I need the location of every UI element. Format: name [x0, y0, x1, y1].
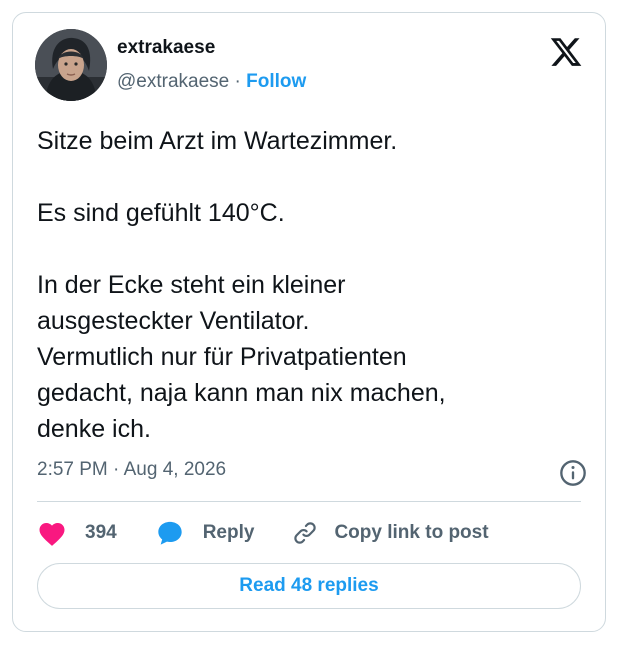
author-display-name[interactable]: extrakaese: [117, 37, 215, 59]
x-logo-icon[interactable]: [549, 35, 583, 69]
info-icon[interactable]: [559, 459, 587, 487]
tweet-line: denke ich.: [37, 415, 151, 443]
like-button[interactable]: 394: [37, 519, 155, 547]
tweet-line: Es sind gefühlt 140°C.: [37, 199, 285, 227]
tweet-line: In der Ecke steht ein kleiner: [37, 271, 346, 299]
heart-icon: [37, 519, 67, 547]
link-icon: [292, 520, 318, 546]
divider: [37, 501, 581, 502]
tweet-date: Aug 4, 2026: [123, 459, 227, 480]
meta-separator: ·: [113, 459, 120, 480]
author-handle-row: @extrakaese · Follow: [117, 71, 306, 93]
like-count: 394: [85, 522, 117, 543]
copy-link-button[interactable]: Copy link to post: [292, 520, 489, 546]
reply-button[interactable]: Reply: [155, 519, 293, 547]
avatar-image: [35, 29, 107, 101]
author-handle[interactable]: @extrakaese: [117, 71, 229, 92]
handle-separator: ·: [234, 71, 241, 92]
tweet-time: 2:57 PM: [37, 459, 108, 480]
tweet-card: extrakaese @extrakaese · Follow Sitze be…: [12, 12, 606, 632]
read-replies-button[interactable]: Read 48 replies: [37, 563, 581, 609]
speech-bubble-icon: [155, 519, 185, 547]
tweet-text: Sitze beim Arzt im Wartezimmer. Es sind …: [37, 123, 577, 447]
tweet-timestamp[interactable]: 2:57 PM · Aug 4, 2026: [37, 459, 226, 481]
tweet-line: Vermutlich nur für Privatpatienten: [37, 343, 407, 371]
reply-label: Reply: [202, 522, 255, 543]
avatar[interactable]: [35, 29, 107, 101]
tweet-line: gedacht, naja kann man nix machen,: [37, 379, 446, 407]
tweet-line: Sitze beim Arzt im Wartezimmer.: [37, 127, 398, 155]
copy-link-label: Copy link to post: [334, 522, 489, 543]
follow-button[interactable]: Follow: [246, 71, 306, 92]
action-bar: 394 Reply Copy link to post: [37, 517, 489, 549]
tweet-line: ausgesteckter Ventilator.: [37, 307, 310, 335]
